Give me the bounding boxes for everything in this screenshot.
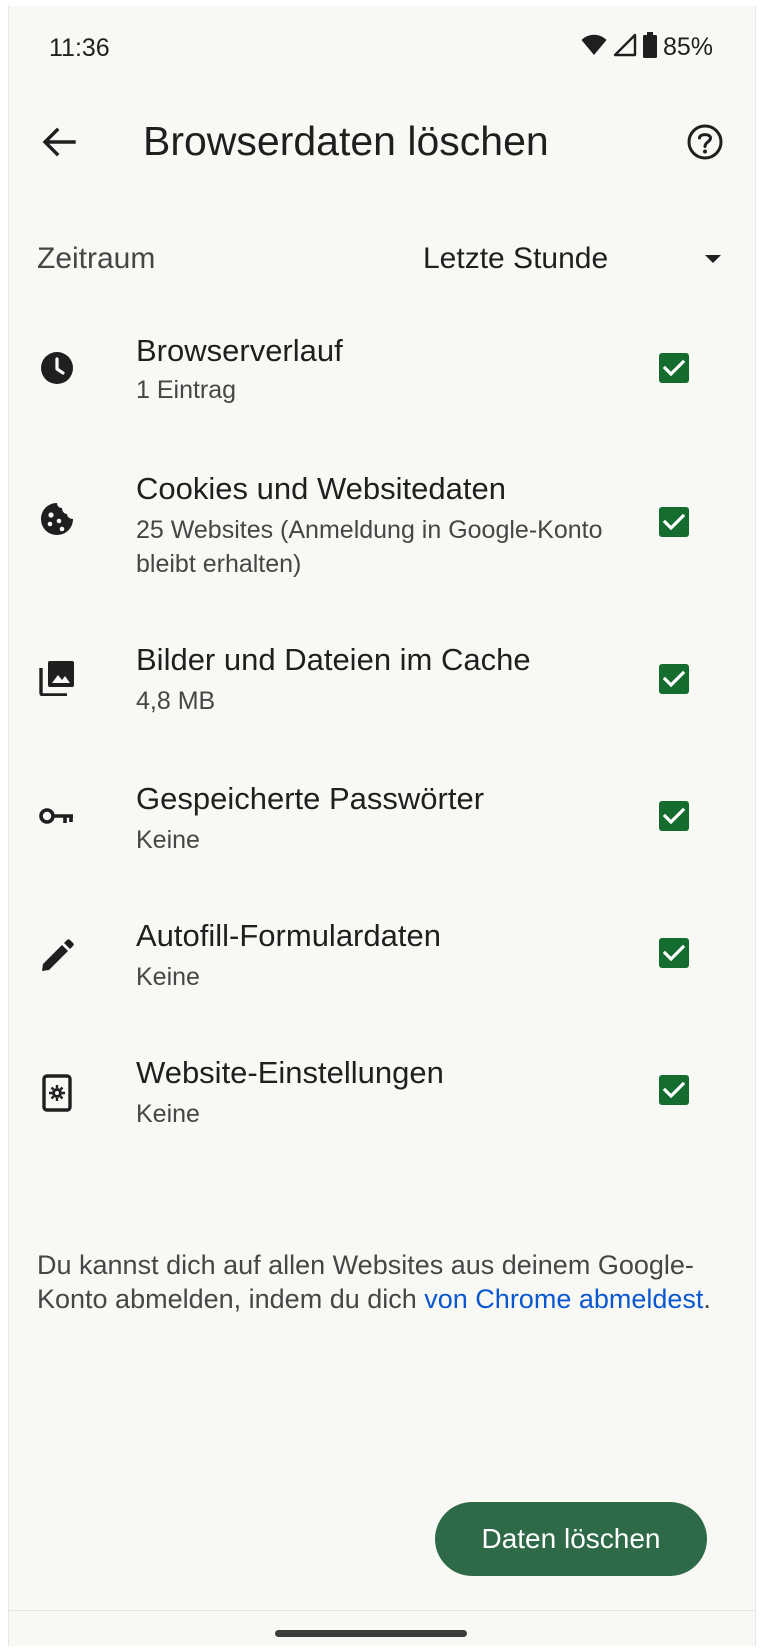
help-button[interactable]: [679, 118, 731, 170]
clear-data-button-label: Daten löschen: [481, 1523, 661, 1554]
wifi-icon: [581, 34, 607, 61]
item-subtitle: Keine: [136, 826, 200, 854]
sign-out-link[interactable]: von Chrome abmeldest: [424, 1284, 703, 1314]
home-indicator[interactable]: [275, 1630, 467, 1637]
item-subtitle: 4,8 MB: [136, 687, 216, 715]
checkbox[interactable]: [659, 507, 689, 537]
checkbox[interactable]: [659, 801, 689, 831]
pencil-icon: [37, 936, 77, 976]
item-subtitle: Keine: [136, 963, 200, 991]
cookie-icon: [37, 499, 77, 539]
key-icon: [37, 796, 77, 836]
battery-icon: [642, 32, 657, 63]
time-range-label: Zeitraum: [37, 242, 156, 275]
status-bar: 11:36 85%: [9, 6, 755, 86]
dropdown-arrow-icon: [703, 252, 723, 270]
signal-icon: [613, 33, 637, 62]
clear-data-button[interactable]: Daten löschen: [435, 1502, 707, 1576]
status-time: 11:36: [49, 34, 110, 62]
time-range-dropdown[interactable]: Letzte Stunde: [409, 230, 729, 290]
checkbox[interactable]: [659, 353, 689, 383]
back-button[interactable]: [33, 118, 85, 170]
list-item-cache[interactable]: Bilder und Dateien im Cache 4,8 MB: [9, 640, 755, 750]
checkbox[interactable]: [659, 1075, 689, 1105]
item-title: Autofill-Formulardaten: [136, 918, 441, 953]
help-circle-icon: [686, 123, 724, 166]
checkbox[interactable]: [659, 664, 689, 694]
site-settings-icon: [37, 1073, 77, 1113]
list-item-cookies[interactable]: Cookies und Websitedaten 25 Websites (An…: [9, 469, 755, 609]
item-title: Cookies und Websitedaten: [136, 471, 506, 506]
item-title: Website-Einstellungen: [136, 1055, 444, 1090]
screen: 11:36 85% Browserdaten löschen Zeitraum …: [8, 6, 756, 1646]
nav-divider: [9, 1610, 755, 1611]
item-title: Browserverlauf: [136, 333, 343, 368]
item-title: Bilder und Dateien im Cache: [136, 642, 531, 677]
time-range-row: Zeitraum Letzte Stunde: [9, 216, 755, 306]
time-range-value: Letzte Stunde: [423, 242, 609, 275]
app-bar: Browserdaten löschen: [9, 96, 755, 192]
item-subtitle: Keine: [136, 1100, 200, 1128]
status-icons: 85%: [581, 32, 713, 63]
list-item-passwords[interactable]: Gespeicherte Passwörter Keine: [9, 779, 755, 889]
item-subtitle: 25 Websites (Anmeldung in Google-Konto b…: [136, 516, 603, 578]
item-title: Gespeicherte Passwörter: [136, 781, 485, 816]
battery-percentage: 85%: [662, 33, 713, 61]
sign-out-note: Du kannst dich auf allen Websites aus de…: [37, 1248, 717, 1316]
page-title: Browserdaten löschen: [143, 118, 549, 164]
list-item-site-settings[interactable]: Website-Einstellungen Keine: [9, 1053, 755, 1163]
list-item-browsing-history[interactable]: Browserverlauf 1 Eintrag: [9, 331, 755, 441]
image-stack-icon: [37, 658, 77, 698]
sign-out-note-suffix: .: [703, 1284, 711, 1314]
arrow-back-icon: [42, 127, 76, 162]
history-clock-icon: [37, 348, 77, 388]
list-item-autofill[interactable]: Autofill-Formulardaten Keine: [9, 916, 755, 1026]
checkbox[interactable]: [659, 938, 689, 968]
item-subtitle: 1 Eintrag: [136, 376, 237, 404]
